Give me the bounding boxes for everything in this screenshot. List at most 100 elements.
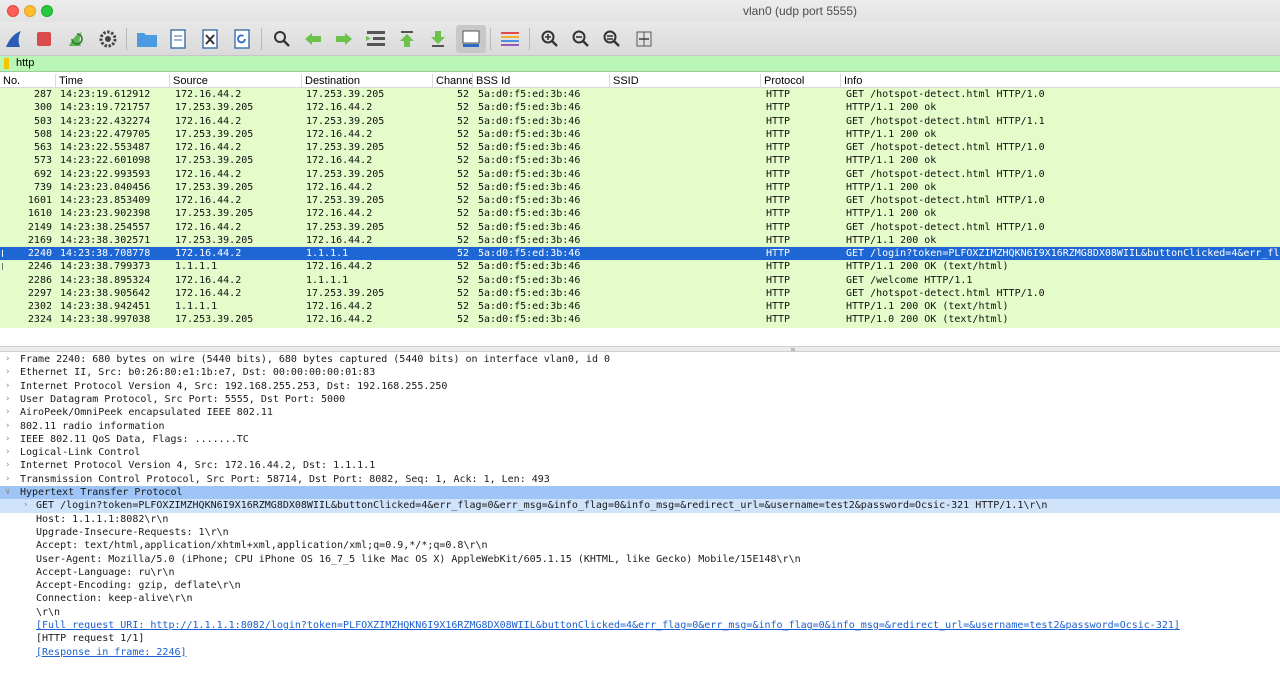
packet-row-selected[interactable]: 2240 14:23:38.708778 172.16.44.2 1.1.1.1 52 5… [0, 247, 1280, 261]
packet-row[interactable]: 2169 14:23:38.302571 17.253.39.205 172.16.4… [0, 233, 1280, 247]
detail-line[interactable]: › GET /login?token=PLFOXZIMZHQKN6I9X16RZM… [0, 499, 1280, 513]
arrow-right-icon[interactable] [330, 25, 358, 53]
column-header-destination[interactable]: Destination [302, 74, 433, 88]
packet-row[interactable]: 739 14:23:23.040456 17.253.39.205 172.16.44… [0, 180, 1280, 194]
chevron-right-icon[interactable]: › [23, 499, 33, 512]
packet-list[interactable]: 287 14:23:19.612912 172.16.44.2 17.253.39.2… [0, 88, 1280, 328]
arrow-down-icon[interactable] [424, 25, 452, 53]
packet-cell-proto: HTTP [766, 234, 791, 246]
detail-line[interactable]: › IEEE 802.11 QoS Data, Flags: .......TC [0, 433, 1280, 446]
resize-columns-icon[interactable] [630, 25, 658, 53]
packet-cell-dst: 17.253.39.205 [306, 89, 385, 100]
packet-cell-time: 14:23:38.799373 [60, 261, 151, 273]
bookmark-icon[interactable] [4, 58, 9, 69]
packet-cell-src: 172.16.44.2 [175, 195, 242, 206]
chevron-right-icon[interactable]: › [5, 353, 15, 366]
column-header-no[interactable]: No. [0, 74, 56, 88]
packet-row[interactable]: 573 14:23:22.601098 17.253.39.205 172.16.44… [0, 154, 1280, 168]
detail-line[interactable]: › Internet Protocol Version 4, Src: 172.1… [0, 459, 1280, 472]
detail-link[interactable]: [Full request URI: http://1.1.1.1:8082/l… [36, 619, 1180, 632]
detail-line[interactable]: User-Agent: Mozilla/5.0 (iPhone; CPU iPh… [0, 553, 1280, 566]
zoom-out-icon[interactable] [567, 25, 595, 53]
packet-row[interactable]: 2302 14:23:38.942451 1.1.1.1 172.16.44.2 52 5… [0, 300, 1280, 314]
packet-row[interactable]: 2324 14:23:38.997038 17.253.39.205 172.16.4… [0, 313, 1280, 327]
packet-row[interactable]: 563 14:23:22.553487 172.16.44.2 17.253.39.2… [0, 141, 1280, 155]
column-header-source[interactable]: Source [170, 74, 302, 88]
detail-line[interactable]: [Response in frame: 2246] [0, 646, 1280, 659]
detail-line[interactable]: Host: 1.1.1.1:8082\r\n [0, 513, 1280, 526]
detail-line[interactable]: › Transmission Control Protocol, Src Port… [0, 473, 1280, 486]
packet-cell-src: 17.253.39.205 [175, 181, 254, 193]
packet-row[interactable]: 2297 14:23:38.905642 172.16.44.2 17.253.39.… [0, 286, 1280, 300]
detail-line[interactable]: › User Datagram Protocol, Src Port: 5555,… [0, 393, 1280, 406]
chevron-right-icon[interactable]: › [5, 420, 15, 433]
packet-cell-no: 2169 [27, 234, 52, 246]
arrow-up-icon[interactable] [393, 25, 421, 53]
chevron-right-icon[interactable]: › [5, 366, 15, 379]
detail-line[interactable]: Accept: text/html,application/xhtml+xml,… [0, 539, 1280, 552]
column-header-info[interactable]: Info [841, 74, 1280, 88]
auto-scroll-icon[interactable] [456, 25, 486, 53]
arrow-left-icon[interactable] [299, 25, 327, 53]
packet-cell-time: 14:23:22.432274 [60, 115, 151, 127]
zoom-reset-icon[interactable] [598, 25, 626, 53]
shark-fin-icon[interactable] [0, 25, 28, 53]
packet-row[interactable]: 508 14:23:22.479705 17.253.39.205 172.16.44… [0, 127, 1280, 141]
document-icon[interactable] [164, 25, 192, 53]
search-icon[interactable] [268, 25, 296, 53]
packet-cell-dst: 172.16.44.2 [306, 208, 373, 220]
stop-square-icon[interactable] [30, 25, 58, 53]
column-header-protocol[interactable]: Protocol [761, 74, 841, 88]
chevron-right-icon[interactable]: › [5, 446, 15, 459]
packet-cell-src: 17.253.39.205 [175, 234, 254, 246]
packet-row[interactable]: 1601 14:23:23.853409 172.16.44.2 17.253.39.… [0, 194, 1280, 208]
detail-line[interactable]: Accept-Language: ru\r\n [0, 566, 1280, 579]
detail-link[interactable]: [Response in frame: 2246] [36, 646, 187, 659]
reload-icon[interactable] [228, 25, 256, 53]
column-header-ssid[interactable]: SSID [610, 74, 761, 88]
detail-line[interactable]: › Logical-Link Control [0, 446, 1280, 459]
detail-line[interactable]: [Full request URI: http://1.1.1.1:8082/l… [0, 619, 1280, 632]
folder-icon[interactable] [133, 25, 161, 53]
detail-line[interactable]: [HTTP request 1/1] [0, 632, 1280, 645]
display-filter-input[interactable]: http [16, 57, 34, 69]
packet-cell-time: 14:23:23.902398 [60, 208, 151, 220]
chevron-down-icon[interactable]: ∨ [5, 486, 15, 499]
packet-row[interactable]: 692 14:23:22.993593 172.16.44.2 17.253.39.2… [0, 167, 1280, 181]
detail-line[interactable]: Connection: keep-alive\r\n [0, 592, 1280, 605]
detail-line[interactable]: Accept-Encoding: gzip, deflate\r\n [0, 579, 1280, 592]
go-to-packet-icon[interactable] [362, 25, 390, 53]
zoom-in-icon[interactable] [536, 25, 564, 53]
packet-details-pane[interactable]: › Frame 2240: 680 bytes on wire (5440 bit… [0, 352, 1280, 695]
packet-row[interactable]: 2246 14:23:38.799373 1.1.1.1 172.16.44.2 52 5… [0, 260, 1280, 274]
packet-row[interactable]: 287 14:23:19.612912 172.16.44.2 17.253.39.2… [0, 88, 1280, 102]
chevron-right-icon[interactable]: › [5, 459, 15, 472]
detail-line[interactable]: ∨ Hypertext Transfer Protocol [0, 486, 1280, 500]
column-header-channel[interactable]: Channe [433, 74, 473, 88]
gear-icon[interactable] [94, 25, 122, 53]
chevron-right-icon[interactable]: › [5, 473, 15, 486]
colorize-icon[interactable] [496, 25, 524, 53]
close-file-icon[interactable] [196, 25, 224, 53]
detail-line[interactable]: › AiroPeek/OmniPeek encapsulated IEEE 802… [0, 406, 1280, 419]
column-header-time[interactable]: Time [56, 74, 170, 88]
column-header-bssid[interactable]: BSS Id [473, 74, 610, 88]
packet-row[interactable]: 503 14:23:22.432274 172.16.44.2 17.253.39.2… [0, 114, 1280, 128]
detail-line[interactable]: › Internet Protocol Version 4, Src: 192.1… [0, 380, 1280, 393]
chevron-right-icon[interactable]: › [5, 393, 15, 406]
chevron-right-icon[interactable]: › [5, 380, 15, 393]
detail-line[interactable]: Upgrade-Insecure-Requests: 1\r\n [0, 526, 1280, 539]
display-filter-bar[interactable]: http [0, 56, 1280, 72]
restart-fin-icon[interactable] [62, 25, 90, 53]
packet-row[interactable]: 2149 14:23:38.254557 172.16.44.2 17.253.39.… [0, 220, 1280, 234]
detail-line[interactable]: › Ethernet II, Src: b0:26:80:e1:1b:e7, Ds… [0, 366, 1280, 379]
detail-text: Host: 1.1.1.1:8082\r\n [36, 513, 169, 525]
chevron-right-icon[interactable]: › [5, 406, 15, 419]
detail-line[interactable]: › Frame 2240: 680 bytes on wire (5440 bit… [0, 353, 1280, 366]
packet-row[interactable]: 300 14:23:19.721757 17.253.39.205 172.16.44… [0, 101, 1280, 115]
packet-row[interactable]: 2286 14:23:38.895324 172.16.44.2 1.1.1.1 52 5… [0, 273, 1280, 287]
packet-row[interactable]: 1610 14:23:23.902398 17.253.39.205 172.16.4… [0, 207, 1280, 221]
detail-line[interactable]: › 802.11 radio information [0, 420, 1280, 433]
detail-line[interactable]: \r\n [0, 606, 1280, 619]
chevron-right-icon[interactable]: › [5, 433, 15, 446]
